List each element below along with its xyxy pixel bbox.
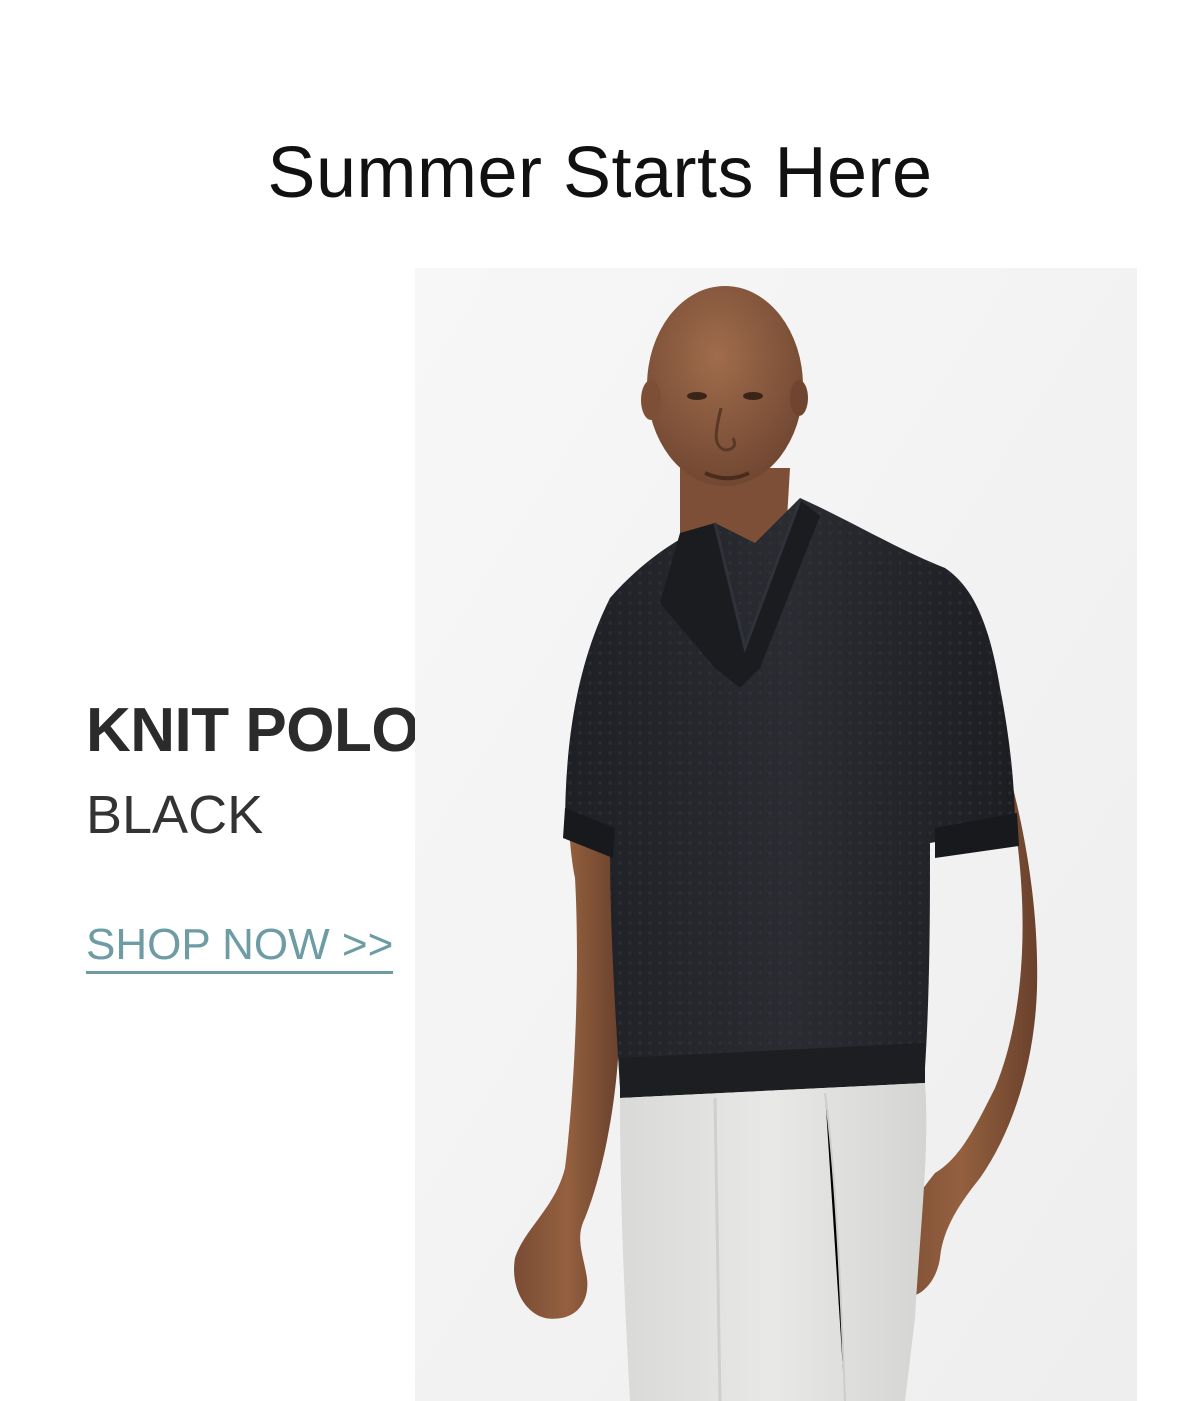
product-name[interactable]: KNIT POLO <box>86 694 426 768</box>
product-info: KNIT POLO BLACK <box>86 694 426 848</box>
product-color: BLACK <box>86 785 264 845</box>
model-photo-icon <box>415 268 1137 1401</box>
shop-now-link[interactable]: SHOP NOW >> <box>86 920 394 974</box>
product-photo[interactable] <box>415 268 1137 1401</box>
page-headline: Summer Starts Here <box>267 133 933 213</box>
